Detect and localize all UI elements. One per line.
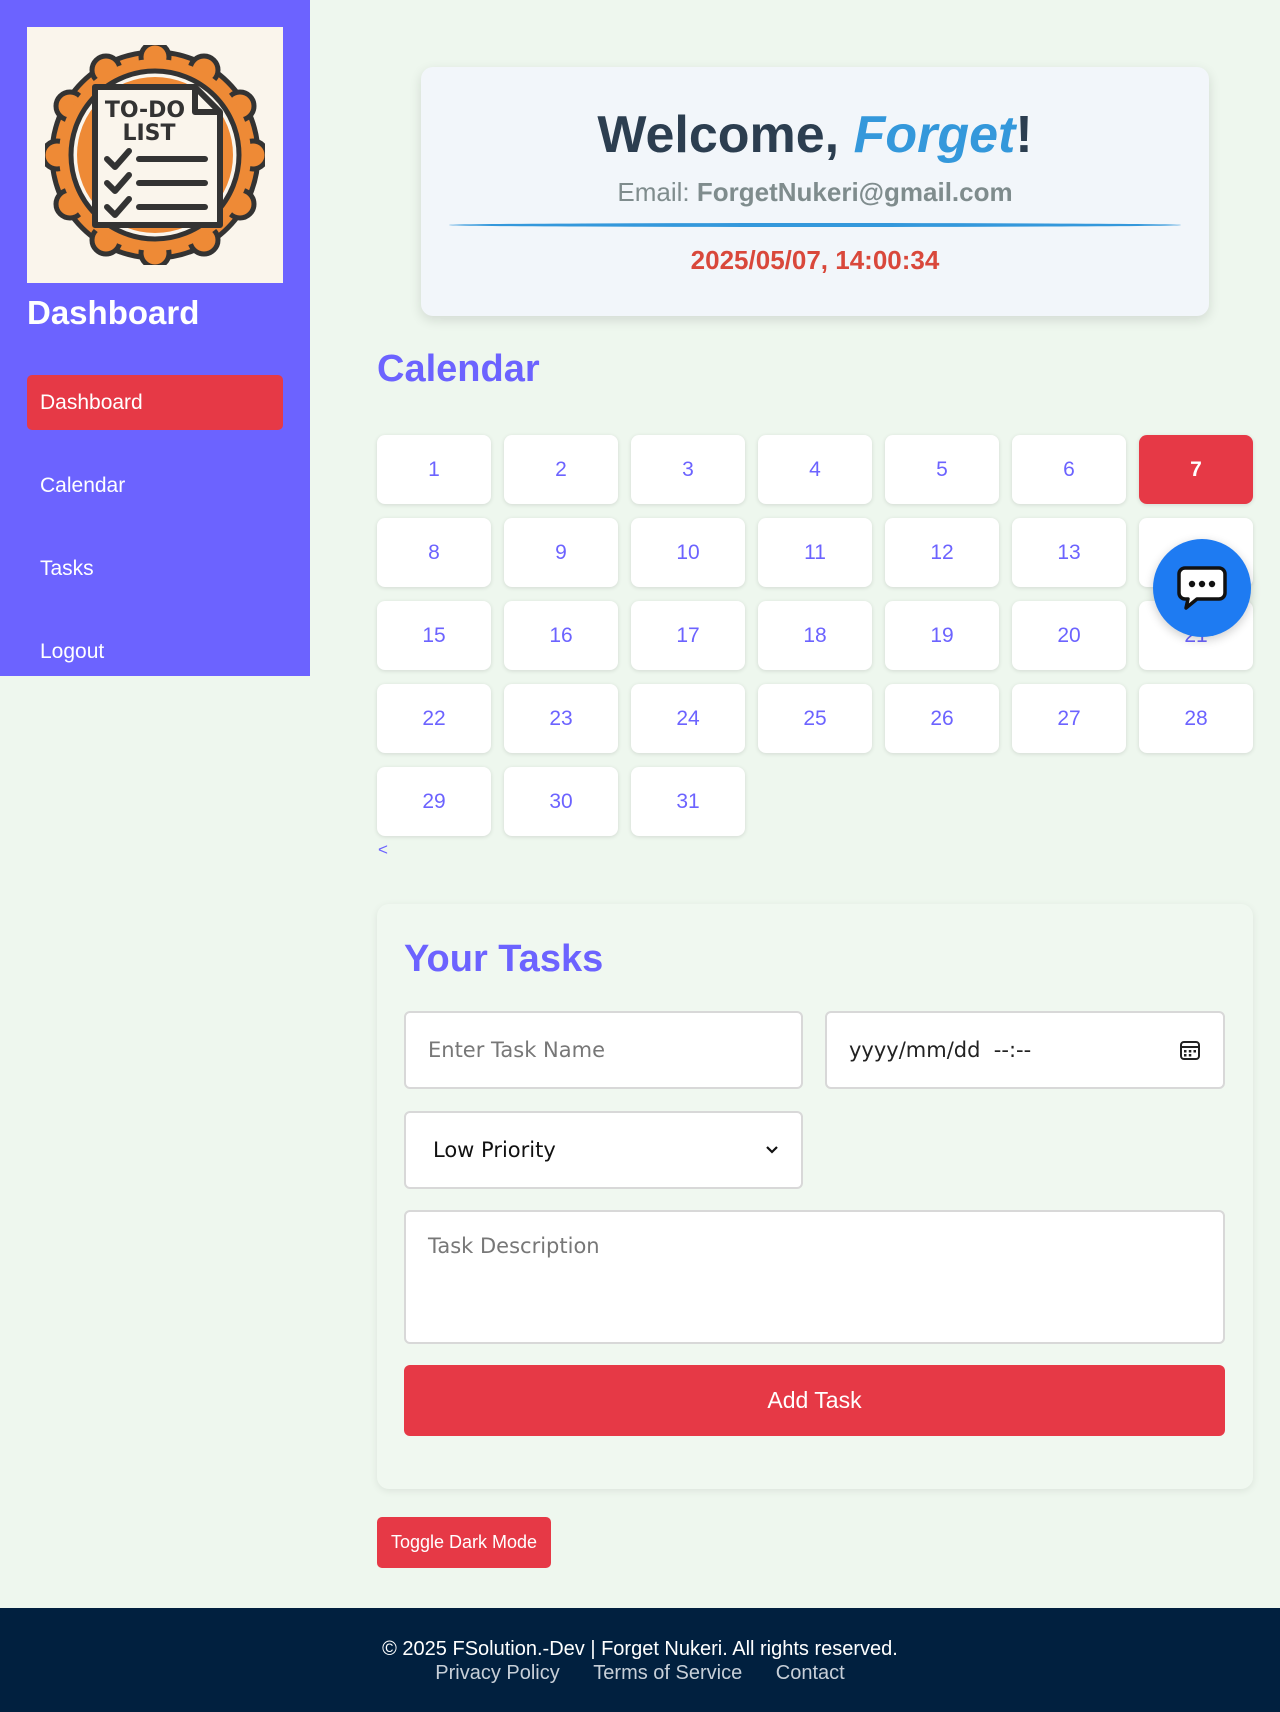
todo-list-logo-icon: TO-DO LIST [45,45,265,265]
welcome-prefix: Welcome, [597,106,854,164]
calendar-day[interactable]: 10 [631,518,745,587]
task-datetime-input[interactable]: yyyy/mm/dd --:-- [825,1011,1225,1089]
task-name-input[interactable]: Enter Task Name [404,1011,803,1089]
sidebar-item-dashboard[interactable]: Dashboard [27,375,283,430]
email-label: Email: [617,177,697,207]
sidebar-item-calendar[interactable]: Calendar [27,458,283,513]
sidebar-nav: Dashboard Calendar Tasks Logout [27,375,283,679]
calendar-day[interactable]: 15 [377,601,491,670]
calendar-day[interactable]: 31 [631,767,745,836]
sidebar-item-tasks[interactable]: Tasks [27,541,283,596]
calendar-day[interactable]: 28 [1139,684,1253,753]
logo: TO-DO LIST [27,27,283,283]
calendar-picker-icon[interactable] [1179,1039,1201,1061]
footer-link-privacy[interactable]: Privacy Policy [435,1662,559,1684]
user-email: ForgetNukeri@gmail.com [696,177,1013,207]
calendar-title: Calendar [377,348,540,390]
calendar-prev-link[interactable]: < [378,840,388,860]
toggle-dark-mode-button[interactable]: Toggle Dark Mode [377,1517,551,1568]
add-task-button[interactable]: Add Task [404,1365,1225,1436]
footer-link-terms[interactable]: Terms of Service [593,1662,742,1684]
task-description-placeholder: Task Description [428,1234,600,1258]
calendar-day[interactable]: 5 [885,435,999,504]
footer-copyright: © 2025 FSolution.-Dev | Forget Nukeri. A… [382,1638,898,1660]
calendar-day[interactable]: 19 [885,601,999,670]
welcome-suffix: ! [1015,106,1033,164]
svg-text:LIST: LIST [122,121,175,146]
user-name: Forget [853,106,1016,164]
divider [449,223,1181,227]
calendar-day[interactable]: 16 [504,601,618,670]
calendar-day[interactable]: 3 [631,435,745,504]
current-datetime: 2025/05/07, 14:00:34 [690,245,940,275]
calendar-day[interactable]: 23 [504,684,618,753]
task-name-placeholder: Enter Task Name [428,1038,605,1062]
sidebar: TO-DO LIST Dashboard Dashboard Calendar … [0,0,310,676]
chat-bubble-icon [1177,566,1227,610]
priority-selected-value: Low Priority [433,1138,556,1162]
calendar-day[interactable]: 29 [377,767,491,836]
welcome-heading: Welcome, Forget! [421,103,1209,167]
calendar-day[interactable]: 13 [1012,518,1126,587]
svg-text:TO-DO: TO-DO [105,98,185,123]
calendar-day[interactable]: 22 [377,684,491,753]
email-line: Email: ForgetNukeri@gmail.com [421,175,1209,209]
calendar-grid: 1234567891011121314151617181920212223242… [377,435,1253,836]
calendar-day[interactable]: 2 [504,435,618,504]
calendar-day[interactable]: 17 [631,601,745,670]
task-datetime-placeholder: yyyy/mm/dd --:-- [849,1038,1032,1062]
task-description-textarea[interactable]: Task Description [404,1210,1225,1344]
calendar-day[interactable]: 1 [377,435,491,504]
calendar-day[interactable]: 18 [758,601,872,670]
calendar-day[interactable]: 30 [504,767,618,836]
calendar-day[interactable]: 12 [885,518,999,587]
footer-links: Privacy Policy Terms of Service Contact [0,1662,1280,1685]
calendar-day[interactable]: 8 [377,518,491,587]
footer-link-contact[interactable]: Contact [776,1662,845,1684]
chat-button[interactable] [1153,539,1251,637]
calendar-day[interactable]: 6 [1012,435,1126,504]
calendar-day[interactable]: 26 [885,684,999,753]
chevron-down-icon [766,1146,778,1154]
tasks-card: Your Tasks Enter Task Name yyyy/mm/dd --… [377,904,1253,1489]
welcome-card: Welcome, Forget! Email: ForgetNukeri@gma… [421,67,1209,316]
footer: © 2025 FSolution.-Dev | Forget Nukeri. A… [0,1608,1280,1712]
tasks-title: Your Tasks [404,938,604,980]
calendar-day[interactable]: 27 [1012,684,1126,753]
calendar-day[interactable]: 24 [631,684,745,753]
calendar-day[interactable]: 4 [758,435,872,504]
sidebar-item-logout[interactable]: Logout [27,624,283,679]
priority-select[interactable]: Low Priority [404,1111,803,1189]
sidebar-title: Dashboard [27,294,200,331]
calendar-day[interactable]: 11 [758,518,872,587]
calendar-day[interactable]: 7 [1139,435,1253,504]
calendar-day[interactable]: 25 [758,684,872,753]
calendar-day[interactable]: 9 [504,518,618,587]
calendar-day[interactable]: 20 [1012,601,1126,670]
